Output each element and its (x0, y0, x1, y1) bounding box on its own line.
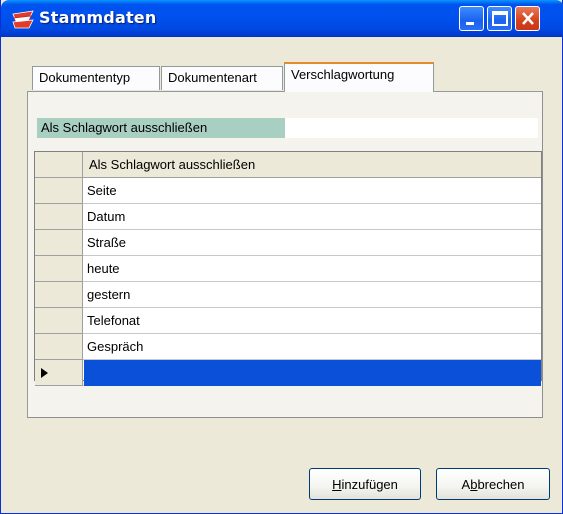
row-selector[interactable] (35, 178, 83, 204)
table-cell[interactable]: gestern (87, 287, 130, 302)
table-cell[interactable]: Gespräch (87, 339, 143, 354)
cancel-button-label-pre: A (461, 476, 471, 492)
column-header[interactable]: Als Schlagwort ausschließen (89, 157, 255, 172)
maximize-icon (492, 11, 508, 26)
table-row[interactable]: Telefonat (35, 308, 541, 334)
tab-dokumententyp[interactable]: Dokumententyp (32, 66, 160, 90)
tab-label: Dokumententyp (39, 70, 131, 85)
row-selector[interactable] (35, 256, 83, 282)
window-title: Stammdaten (39, 8, 157, 27)
row-selector[interactable] (35, 230, 83, 256)
row-selector[interactable] (35, 360, 83, 386)
table-cell[interactable]: Telefonat (87, 313, 140, 328)
grid-header: Als Schlagwort ausschließen (35, 152, 541, 178)
filter-label: Als Schlagwort ausschließen (37, 118, 285, 138)
table-row[interactable]: Datum (35, 204, 541, 230)
filter-input[interactable] (285, 118, 538, 138)
row-selector[interactable] (35, 334, 83, 360)
tab-dokumentenart[interactable]: Dokumentenart (161, 66, 283, 90)
table-row[interactable]: heute (35, 256, 541, 282)
tab-verschlagwortung[interactable]: Verschlagwortung (284, 62, 434, 92)
grid-corner-cell[interactable] (35, 152, 83, 178)
table-row[interactable]: Gespräch (35, 334, 541, 360)
table-row[interactable]: Straße (35, 230, 541, 256)
keyword-grid[interactable]: Als Schlagwort ausschließen Seite Datum … (34, 151, 542, 386)
title-bar[interactable]: Stammdaten (1, 0, 563, 37)
cancel-button[interactable]: Abbrechen (436, 468, 550, 500)
cancel-button-label-post: brechen (477, 476, 525, 492)
row-pointer-icon (41, 368, 48, 378)
close-icon (522, 12, 534, 25)
tab-label: Verschlagwortung (291, 67, 395, 82)
row-selector[interactable] (35, 204, 83, 230)
minimize-icon (466, 22, 474, 25)
minimize-button[interactable] (459, 6, 484, 31)
add-button-mnemonic: H (332, 476, 342, 492)
table-row[interactable]: gestern (35, 282, 541, 308)
row-selector[interactable] (35, 282, 83, 308)
add-button[interactable]: Hinzufügen (309, 468, 421, 500)
table-cell[interactable]: heute (87, 261, 120, 276)
add-button-label-post: inzufügen (341, 476, 398, 492)
table-row[interactable]: Seite (35, 178, 541, 204)
table-row-new[interactable] (35, 360, 541, 386)
maximize-button[interactable] (487, 6, 512, 31)
tab-label: Dokumentenart (168, 70, 257, 85)
table-cell[interactable]: Seite (87, 183, 117, 198)
table-cell[interactable]: Datum (87, 209, 125, 224)
selected-cell-highlight (84, 360, 541, 386)
stammdaten-window: Stammdaten Dokumententyp Dokumentenart V… (0, 0, 563, 514)
row-selector[interactable] (35, 308, 83, 334)
app-icon[interactable] (11, 8, 34, 30)
table-cell[interactable]: Straße (87, 235, 126, 250)
close-button[interactable] (515, 6, 540, 31)
